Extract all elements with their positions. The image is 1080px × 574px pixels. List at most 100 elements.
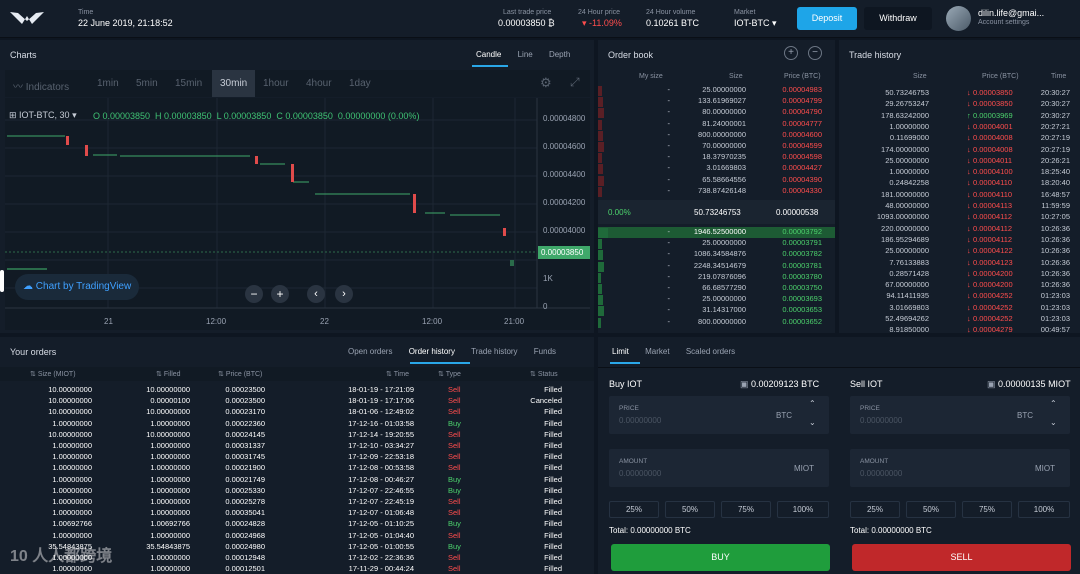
interval-4hour[interactable]: 4hour [306, 78, 332, 89]
chart-area[interactable]: ⊞ IOT-BTC, 30 ▾ O 0.00003850 H 0.0000385… [5, 98, 590, 330]
ask-row[interactable]: -800.00000000 0.00004600 [598, 130, 835, 141]
withdraw-button[interactable]: Withdraw [864, 7, 932, 30]
interval-15min[interactable]: 15min [175, 78, 202, 89]
order-row[interactable]: 1.00000000 1.00000000 0.00024968 17-12-05 -… [0, 531, 594, 542]
ask-row[interactable]: -80.00000000 0.00004790 [598, 107, 835, 119]
ask-row[interactable]: -81.24000001 0.00004777 [598, 119, 835, 130]
trade-time: 20:27:21 [1040, 121, 1070, 131]
ask-row[interactable]: -70.00000000 0.00004599 [598, 141, 835, 152]
order-row[interactable]: 1.00000000 1.00000000 0.00021900 17-12-08 -… [0, 463, 594, 474]
order-row[interactable]: 10.00000000 10.00000000 0.00024145 17-12-14… [0, 430, 594, 441]
market-select[interactable]: IOT-BTC ▾ [734, 18, 777, 29]
tab-order-history[interactable]: Order history [409, 347, 455, 356]
depth-bar [598, 97, 603, 108]
bid-row[interactable]: -25.00000000 0.00003693 [598, 294, 835, 306]
sell-pct-75[interactable]: 75% [962, 501, 1012, 518]
order-row[interactable]: 1.00000000 1.00000000 0.00022360 17-12-16 -… [0, 419, 594, 430]
col-type[interactable]: ⇅ Type [438, 370, 461, 378]
order-row[interactable]: 1.00000000 1.00000000 0.00025330 17-12-07 -… [0, 486, 594, 497]
sell-pct-100[interactable]: 100% [1018, 501, 1070, 518]
col-time[interactable]: ⇅ Time [386, 370, 409, 378]
collapse-minus-icon[interactable]: − [808, 46, 822, 60]
bid-row[interactable]: -66.68577290 0.00003750 [598, 283, 835, 294]
tab-candle[interactable]: Candle [476, 50, 501, 59]
depth-bar [598, 239, 602, 250]
ask-row[interactable]: -738.87426148 0.00004330 [598, 186, 835, 197]
order-row[interactable]: 1.00692766 1.00692766 0.00024828 17-12-05 -… [0, 519, 594, 530]
avatar[interactable] [946, 6, 971, 31]
sell-pct-50[interactable]: 50% [906, 501, 956, 518]
interval-5min[interactable]: 5min [136, 78, 158, 89]
bid-row[interactable]: -1086.34584876 0.00003782 [598, 249, 835, 261]
zoom-in-button[interactable]: + [271, 285, 289, 303]
interval-1day[interactable]: 1day [349, 78, 371, 89]
order-price: 0.00024968 [225, 530, 265, 540]
tab-market[interactable]: Market [645, 347, 669, 356]
tab-trade-history[interactable]: Trade history [471, 347, 517, 356]
buy-pct-100[interactable]: 100% [777, 501, 829, 518]
sell-amount-field[interactable]: AMOUNT 0.00000000 MIOT [850, 449, 1070, 487]
scroll-left-button[interactable]: ‹ [307, 285, 325, 303]
col-filled[interactable]: ⇅ Filled [156, 370, 181, 378]
sell-price-field[interactable]: PRICE 0.00000000 BTC ⌃ ⌄ [850, 396, 1070, 434]
deposit-button[interactable]: Deposit [797, 7, 857, 30]
stepper-up-icon[interactable]: ⌃ [1050, 399, 1057, 408]
buy-pct-75[interactable]: 75% [721, 501, 771, 518]
tradingview-badge[interactable]: ☁ Chart by TradingView [15, 274, 140, 300]
tab-line[interactable]: Line [518, 50, 533, 59]
indicators-button[interactable]: 〰 Indicators [13, 78, 69, 93]
zoom-out-button[interactable]: − [245, 285, 263, 303]
order-row[interactable]: 1.00000000 1.00000000 0.00025278 17-12-07 -… [0, 497, 594, 508]
logo-icon[interactable] [10, 10, 44, 26]
buy-pct-25[interactable]: 25% [609, 501, 659, 518]
stepper-down-icon[interactable]: ⌄ [809, 418, 816, 427]
tab-depth[interactable]: Depth [549, 50, 570, 59]
buy-pct-50[interactable]: 50% [665, 501, 715, 518]
tab-limit[interactable]: Limit [612, 347, 629, 356]
ask-row[interactable]: -65.58664556 0.00004390 [598, 175, 835, 186]
side-handle[interactable] [0, 270, 4, 292]
ask-row[interactable]: -18.37970235 0.00004598 [598, 152, 835, 164]
bid-row[interactable]: -25.00000000 0.00003791 [598, 238, 835, 250]
scroll-right-button[interactable]: › [335, 285, 353, 303]
order-row[interactable]: 10.00000000 10.00000000 0.00023500 18-01-19… [0, 385, 594, 396]
buy-button[interactable]: BUY [611, 544, 830, 571]
stepper-up-icon[interactable]: ⌃ [809, 399, 816, 408]
ask-row[interactable]: -3.01669803 0.00004427 [598, 163, 835, 175]
bid-row[interactable]: -1946.52500000 0.00003792 [598, 227, 835, 239]
order-row[interactable]: 1.00000000 1.00000000 0.00031337 17-12-10 -… [0, 441, 594, 452]
interval-30min[interactable]: 30min [212, 70, 256, 97]
order-row[interactable]: 10.00000000 10.00000000 0.00023170 18-01-06… [0, 407, 594, 418]
bid-row[interactable]: -219.07876096 0.00003780 [598, 272, 835, 283]
user-email[interactable]: dilin.life@gmai... [978, 8, 1044, 18]
expand-plus-icon[interactable]: + [784, 46, 798, 60]
bid-row[interactable]: -800.00000000 0.00003652 [598, 317, 835, 328]
order-row[interactable]: 1.00000000 1.00000000 0.00021749 17-12-08 -… [0, 475, 594, 486]
col-price[interactable]: ⇅ Price (BTC) [218, 370, 262, 378]
tab-open-orders[interactable]: Open orders [348, 347, 392, 356]
sell-pct-25[interactable]: 25% [850, 501, 900, 518]
order-row[interactable]: 10.00000000 0.00000100 0.00023500 18-01-19 … [0, 396, 594, 407]
buy-amount-field[interactable]: AMOUNT 0.00000000 MIOT [609, 449, 829, 487]
ask-row[interactable]: -133.61969027 0.00004799 [598, 96, 835, 108]
fullscreen-icon[interactable]: ⤢ [570, 75, 580, 90]
depth-bar [598, 86, 602, 96]
interval-1hour[interactable]: 1hour [263, 78, 289, 89]
account-settings-link[interactable]: Account settings [978, 19, 1029, 26]
stepper-down-icon[interactable]: ⌄ [1050, 418, 1057, 427]
order-row[interactable]: 1.00000000 1.00000000 0.00031745 17-12-09 -… [0, 452, 594, 463]
col-size[interactable]: ⇅ Size (MIOT) [30, 370, 76, 378]
market-label: Market [734, 9, 756, 16]
tab-scaled-orders[interactable]: Scaled orders [686, 347, 735, 356]
order-row[interactable]: 1.00000000 1.00000000 0.00035041 17-12-07 -… [0, 508, 594, 519]
ask-row[interactable]: -25.00000000 0.00004983 [598, 85, 835, 96]
sell-button[interactable]: SELL [852, 544, 1071, 571]
buy-price-field[interactable]: PRICE 0.00000000 BTC ⌃ ⌄ [609, 396, 829, 434]
bid-row[interactable]: -31.14317000 0.00003653 [598, 305, 835, 317]
bid-row[interactable]: -2248.34514679 0.00003781 [598, 261, 835, 272]
interval-1min[interactable]: 1min [97, 78, 119, 89]
tab-funds[interactable]: Funds [534, 347, 556, 356]
symbol-selector[interactable]: ⊞ IOT-BTC, 30 ▾ [9, 110, 77, 121]
settings-gear-icon[interactable]: ⚙ [540, 75, 552, 91]
col-status[interactable]: ⇅ Status [530, 370, 558, 378]
